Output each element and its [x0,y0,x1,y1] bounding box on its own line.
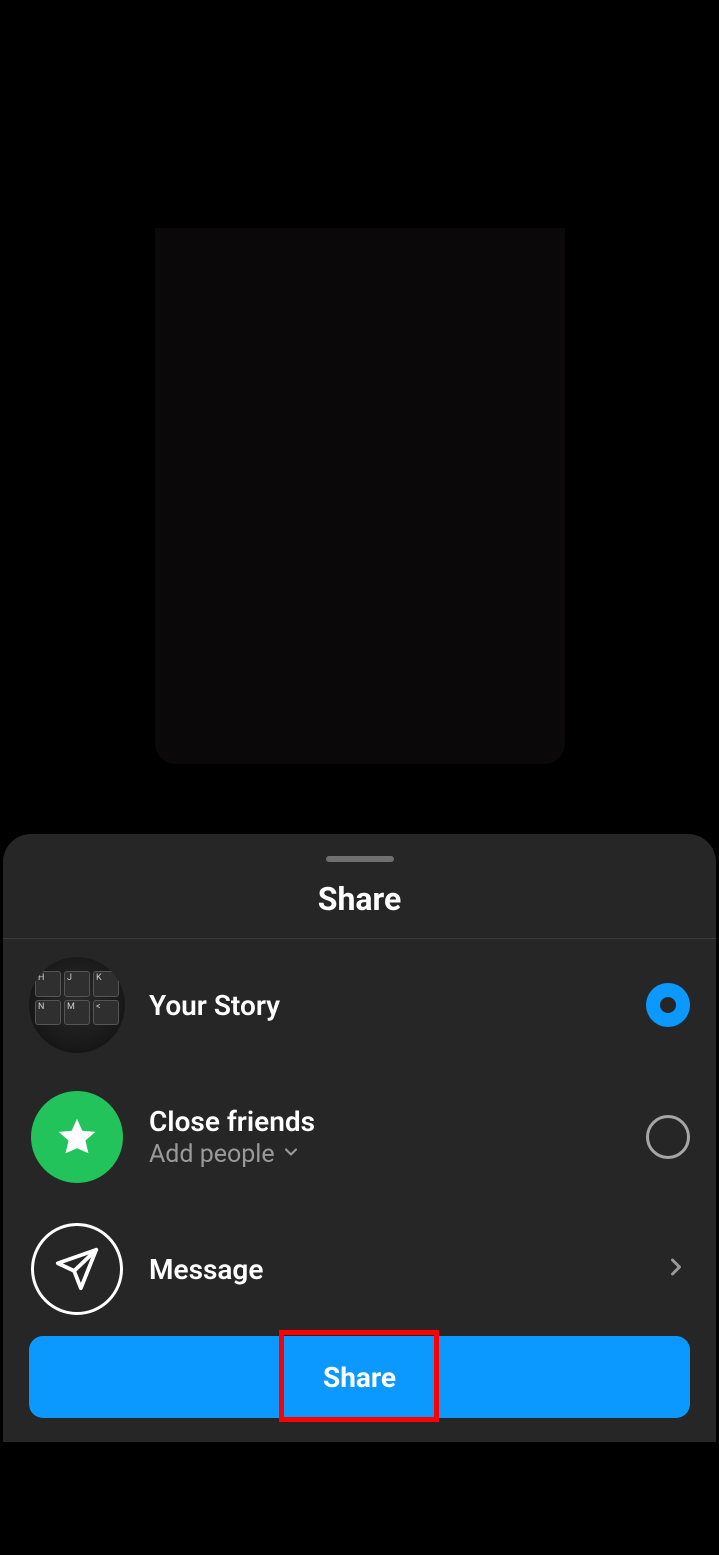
option-label: Your Story [149,989,634,1022]
sheet-grabber[interactable] [326,856,394,862]
option-your-story[interactable]: HJK NM< Your Story [3,939,716,1071]
avatar-icon: HJK NM< [29,957,125,1053]
option-trailing [646,983,690,1027]
option-close-friends[interactable]: Close friends Add people [3,1071,716,1203]
option-text: Close friends Add people [149,1105,634,1169]
share-sheet: Share HJK NM< Your Story [3,834,716,1442]
chevron-right-icon [662,1253,690,1285]
option-label: Message [149,1253,650,1286]
option-sublabel-row[interactable]: Add people [149,1140,634,1169]
story-preview-frame[interactable] [155,8,565,764]
option-message[interactable]: Message [3,1203,716,1335]
option-trailing [646,1115,690,1159]
share-button-wrap: Share [29,1336,690,1418]
option-trailing [662,1253,690,1285]
story-preview-area [0,0,719,830]
share-button-label: Share [323,1361,396,1394]
send-ring-icon [31,1223,123,1315]
sheet-title: Share [3,880,716,918]
option-text: Message [149,1253,650,1286]
option-label: Close friends [149,1105,634,1138]
option-text: Your Story [149,989,634,1022]
option-sublabel: Add people [149,1140,275,1169]
preview-top-band [155,8,565,228]
bottom-black-bar [0,1442,719,1555]
message-icon-slot [29,1221,125,1317]
share-button[interactable]: Share [29,1336,690,1418]
your-story-avatar-slot: HJK NM< [29,957,125,1053]
star-green-icon [31,1091,123,1183]
chevron-down-icon [281,1140,301,1169]
radio-selected-icon[interactable] [646,983,690,1027]
close-friends-icon-slot [29,1089,125,1185]
radio-unselected-icon[interactable] [646,1115,690,1159]
